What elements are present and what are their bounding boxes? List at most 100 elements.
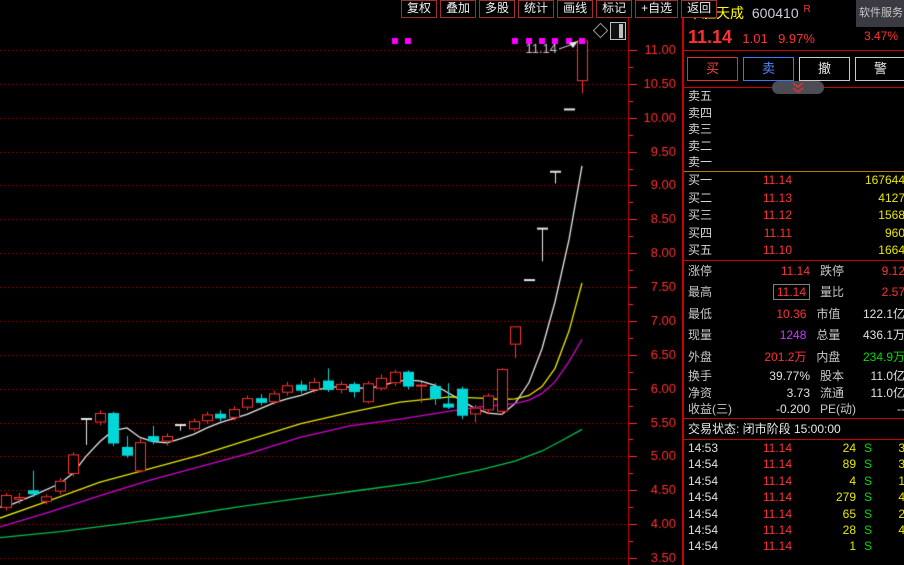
tick-side: S: [856, 473, 880, 489]
toolbar-button[interactable]: 复权: [401, 0, 437, 18]
bid-price: 11.14: [722, 172, 792, 190]
time-and-sales: 14:5311.1424S314:5411.1489S314:5411.144S…: [684, 440, 904, 554]
stat-value: 11.0亿: [868, 368, 904, 385]
tick-time: 14:54: [688, 489, 728, 505]
tick-volume: 279: [792, 489, 856, 505]
ask-row[interactable]: 卖二: [684, 138, 904, 155]
stock-code: 600410: [752, 5, 799, 21]
toolbar-button[interactable]: 叠加: [440, 0, 476, 18]
stat-value: 2.57: [868, 282, 904, 303]
tick-count: 3: [880, 456, 904, 472]
toolbar-button[interactable]: 统计: [518, 0, 554, 18]
tick-row: 14:5311.1424S3: [684, 440, 904, 456]
tick-time: 14:54: [688, 456, 728, 472]
stat-label: 流通: [820, 385, 868, 402]
stat-label: 跌停: [820, 261, 868, 282]
stat-value: 11.0亿: [868, 385, 904, 402]
bid-row[interactable]: 买四11.11960: [684, 225, 904, 243]
tick-price: 11.14: [728, 538, 792, 554]
stat-value: 9.12: [868, 261, 904, 282]
tick-side: S: [856, 522, 880, 538]
stat-value: -0.200: [734, 401, 810, 418]
tick-price: 11.14: [728, 440, 792, 456]
stat-value: 11.14: [734, 282, 810, 303]
stat-label: 收益(三): [688, 401, 734, 418]
bid-label: 买二: [688, 190, 722, 208]
bid-levels: 买一11.14167644买二11.134127买三11.121568买四11.…: [684, 172, 904, 260]
toolbar-button[interactable]: 返回: [681, 0, 717, 18]
bid-row[interactable]: 买一11.14167644: [684, 172, 904, 190]
tick-row: 14:5411.1428S4: [684, 522, 904, 538]
tick-volume: 89: [792, 456, 856, 472]
stat-row: 现量1248总量436.1万: [684, 325, 904, 346]
bid-row[interactable]: 买三11.121568: [684, 207, 904, 225]
bid-label: 买五: [688, 242, 722, 260]
highlighted-value: 11.14: [773, 284, 810, 300]
alert-button[interactable]: 警: [855, 57, 904, 81]
sell-button[interactable]: 卖: [743, 57, 794, 81]
tick-count: 3: [880, 440, 904, 456]
sector-change: 3.47%: [856, 29, 904, 43]
stats-grid-2: 换手39.77%股本11.0亿净资3.73流通11.0亿收益(三)-0.200P…: [684, 368, 904, 418]
screen: 复权叠加多股统计画线标记+自选返回 华胜天成 600410 R 11.14 1.…: [0, 0, 904, 565]
stat-label: 外盘: [688, 347, 733, 368]
stat-row: 换手39.77%股本11.0亿: [684, 368, 904, 385]
buy-button[interactable]: 买: [687, 57, 738, 81]
order-button-row: 买卖撤警: [684, 51, 904, 88]
price-change: 1.01: [742, 31, 767, 46]
ask-label: 卖四: [688, 106, 712, 120]
stat-label: 市值: [816, 304, 863, 325]
tick-price: 11.14: [728, 506, 792, 522]
toolbar-button[interactable]: 多股: [479, 0, 515, 18]
tick-side: S: [856, 506, 880, 522]
price-change-pct: 9.97%: [778, 31, 815, 46]
page-icon-bar: [619, 24, 623, 38]
ask-row[interactable]: 卖四: [684, 105, 904, 122]
page-icon[interactable]: [610, 22, 626, 40]
tick-volume: 28: [792, 522, 856, 538]
sector-badge[interactable]: 软件服务: [856, 0, 904, 27]
stat-value: --: [868, 401, 904, 418]
stat-value: 201.2万: [733, 347, 807, 368]
bid-row[interactable]: 买五11.101664: [684, 242, 904, 260]
tick-price: 11.14: [728, 456, 792, 472]
bid-price: 11.13: [722, 190, 792, 208]
margin-flag: R: [804, 4, 811, 15]
tick-row: 14:5411.14279S4: [684, 489, 904, 505]
bid-label: 买三: [688, 207, 722, 225]
tick-volume: 65: [792, 506, 856, 522]
tick-row: 14:5411.1465S2: [684, 506, 904, 522]
stat-label: 换手: [688, 368, 734, 385]
tick-volume: 24: [792, 440, 856, 456]
stat-row: 外盘201.2万内盘234.9万: [684, 347, 904, 368]
bid-volume: 1664: [792, 242, 904, 260]
tick-time: 14:54: [688, 522, 728, 538]
tick-side: S: [856, 456, 880, 472]
stat-label: 量比: [820, 282, 868, 303]
stat-label: 最高: [688, 282, 734, 303]
cancel-button[interactable]: 撤: [799, 57, 850, 81]
chart-toolbar: 复权叠加多股统计画线标记+自选返回: [401, 0, 717, 18]
stats-grid: 涨停11.14跌停9.12最高11.14量比2.57最低10.36市值122.1…: [684, 261, 904, 368]
bid-volume: 1568: [792, 207, 904, 225]
tick-row: 14:5411.141S: [684, 538, 904, 554]
toolbar-button[interactable]: +自选: [635, 0, 678, 18]
stat-value: 122.1亿: [863, 304, 904, 325]
stat-row: 最低10.36市值122.1亿: [684, 304, 904, 325]
stat-value: 3.73: [734, 385, 810, 402]
stat-label: 净资: [688, 385, 734, 402]
bid-row[interactable]: 买二11.134127: [684, 190, 904, 208]
toolbar-button[interactable]: 画线: [557, 0, 593, 18]
stat-label: 内盘: [816, 347, 863, 368]
toolbar-button[interactable]: 标记: [596, 0, 632, 18]
bid-price: 11.10: [722, 242, 792, 260]
stat-value: 10.36: [733, 304, 807, 325]
stat-value: 234.9万: [863, 347, 904, 368]
ask-row[interactable]: 卖三: [684, 121, 904, 138]
ask-label: 卖三: [688, 122, 712, 136]
kline-chart[interactable]: [0, 0, 682, 565]
trading-status: 交易状态: 闭市阶段 15:00:00: [684, 419, 904, 439]
last-price: 11.14: [688, 27, 732, 47]
collapse-chevron-icon[interactable]: [772, 81, 824, 94]
ask-row[interactable]: 卖一: [684, 154, 904, 171]
